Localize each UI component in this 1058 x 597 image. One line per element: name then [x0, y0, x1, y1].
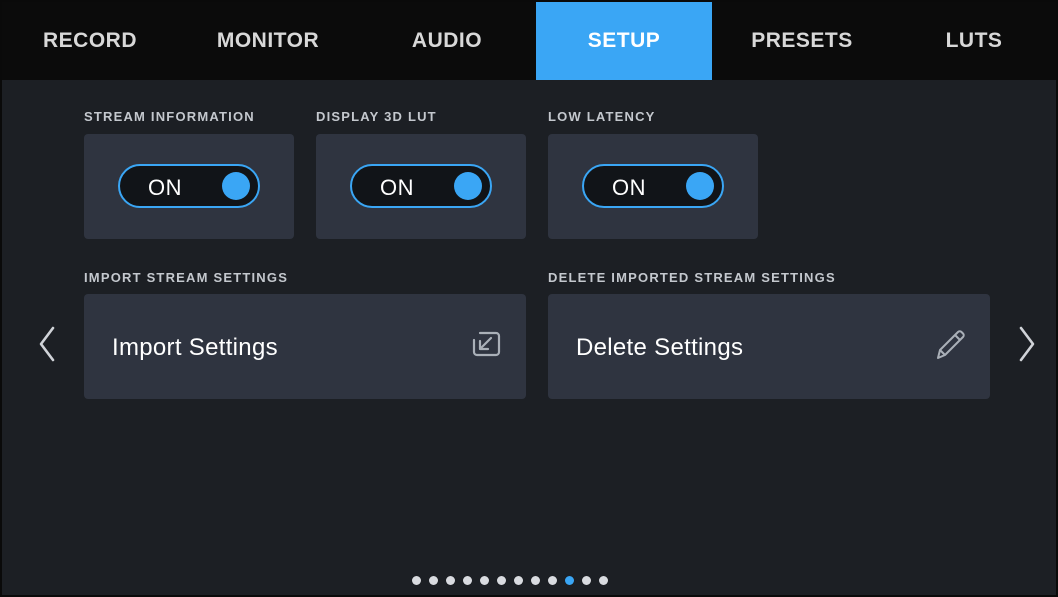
page-dot [412, 576, 421, 585]
display-3d-lut-label: DISPLAY 3D LUT [316, 109, 437, 124]
page-indicator [412, 576, 608, 585]
low-latency-card: ON [548, 134, 758, 239]
delete-settings-label: Delete Settings [576, 334, 744, 361]
import-icon [472, 331, 501, 357]
toggle-knob [222, 172, 250, 200]
display-3d-lut-toggle[interactable]: ON [350, 164, 492, 208]
toggle-value: ON [380, 175, 414, 200]
tab-record[interactable]: RECORD [2, 2, 178, 80]
stream-information-card: ON [84, 134, 294, 239]
page-dot [514, 576, 523, 585]
page-dot [548, 576, 557, 585]
toggle-value: ON [612, 175, 646, 200]
chevron-right-icon[interactable] [1016, 324, 1038, 364]
page-dot [531, 576, 540, 585]
import-settings-label: Import Settings [112, 334, 278, 361]
toggle-value: ON [148, 175, 182, 200]
setup-screen: RECORD MONITOR AUDIO SETUP PRESETS LUTS … [0, 0, 1058, 597]
display-3d-lut-card: ON [316, 134, 526, 239]
stream-information-toggle[interactable]: ON [118, 164, 260, 208]
pencil-icon [937, 330, 965, 359]
tab-monitor[interactable]: MONITOR [178, 2, 358, 80]
tab-bar: RECORD MONITOR AUDIO SETUP PRESETS LUTS [2, 2, 1056, 80]
page-dot [599, 576, 608, 585]
delete-imported-stream-settings-label: DELETE IMPORTED STREAM SETTINGS [548, 270, 836, 285]
page-dot [497, 576, 506, 585]
page-dot [446, 576, 455, 585]
low-latency-label: LOW LATENCY [548, 109, 656, 124]
chevron-left-icon[interactable] [36, 324, 58, 364]
page-dot [480, 576, 489, 585]
import-stream-settings-label: IMPORT STREAM SETTINGS [84, 270, 289, 285]
page-dot [463, 576, 472, 585]
import-settings-button[interactable]: Import Settings [84, 294, 526, 399]
tab-audio[interactable]: AUDIO [358, 2, 536, 80]
tab-luts[interactable]: LUTS [892, 2, 1056, 80]
page-dot [582, 576, 591, 585]
tab-setup[interactable]: SETUP [536, 2, 712, 80]
low-latency-toggle[interactable]: ON [582, 164, 724, 208]
stream-information-label: STREAM INFORMATION [84, 109, 255, 124]
page-dot-active [565, 576, 574, 585]
tab-presets[interactable]: PRESETS [712, 2, 892, 80]
page-dot [429, 576, 438, 585]
toggle-knob [686, 172, 714, 200]
toggle-knob [454, 172, 482, 200]
delete-settings-button[interactable]: Delete Settings [548, 294, 990, 399]
